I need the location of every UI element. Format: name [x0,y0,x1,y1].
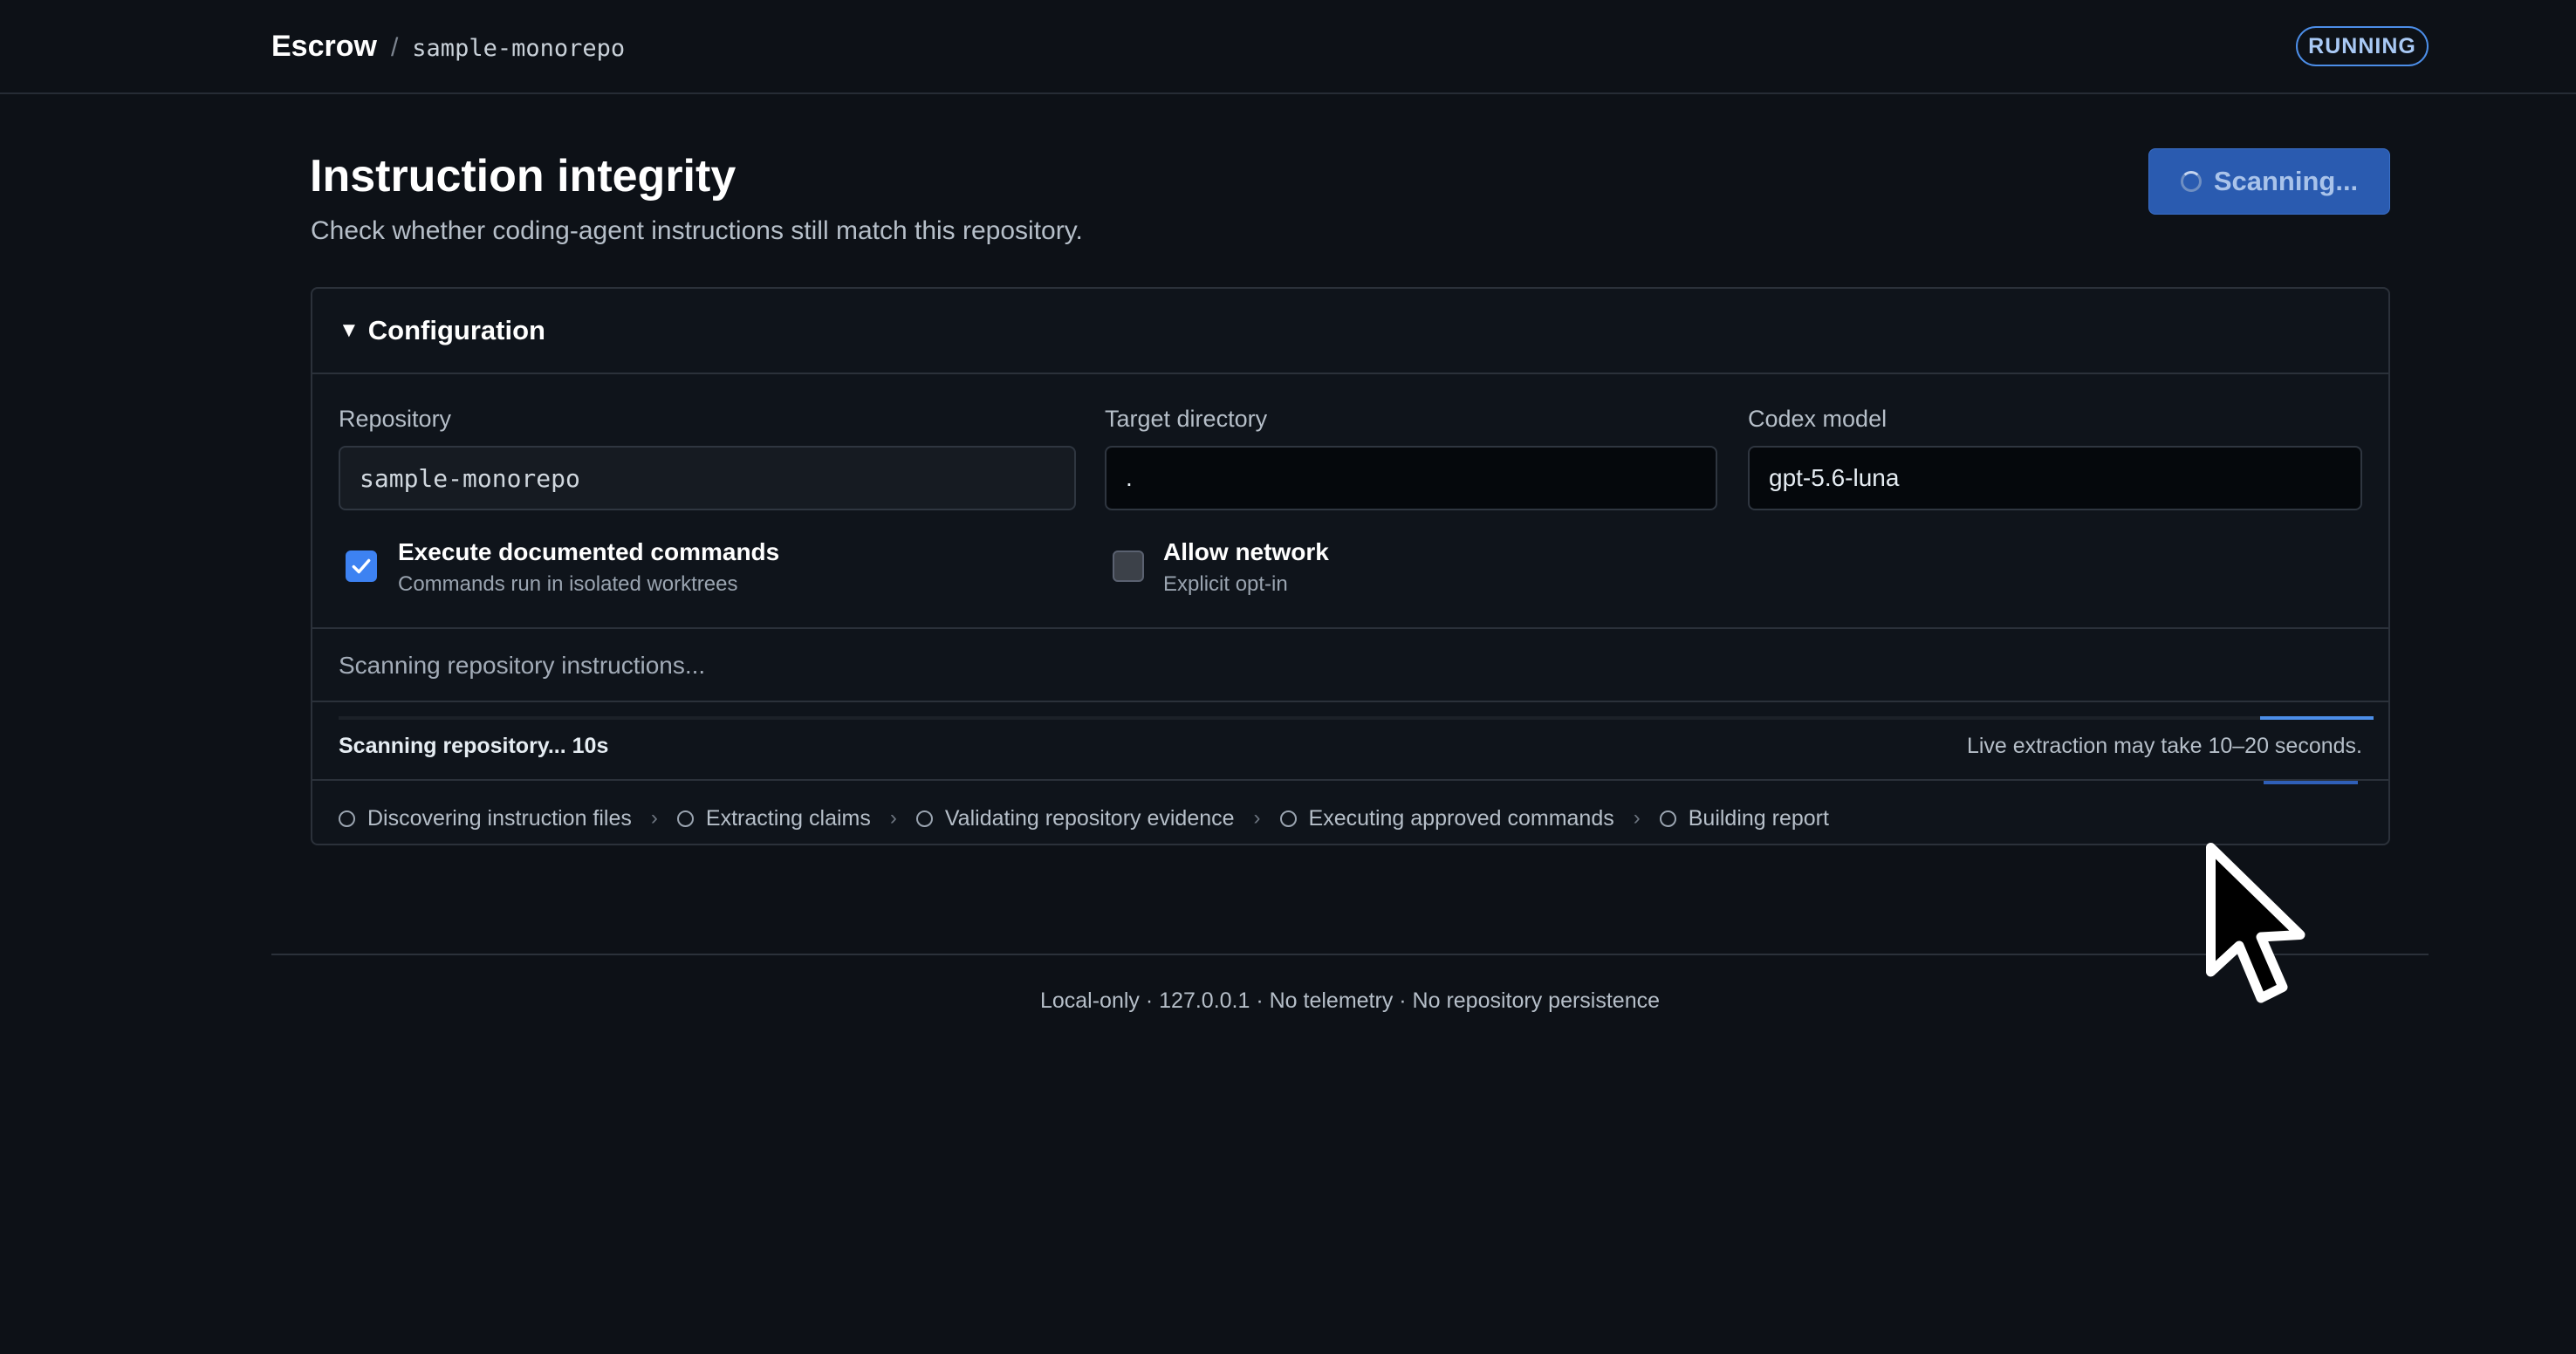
status-badge: RUNNING [2296,26,2429,66]
divider [312,779,2388,781]
allow-network-subtitle: Explicit opt-in [1163,572,1288,596]
repository-label: Repository [339,406,452,432]
chevron-right-icon: › [650,806,658,830]
page-subtitle: Check whether coding-agent instructions … [311,216,1083,245]
configuration-title: Configuration [367,315,545,345]
codex-model-label: Codex model [1748,406,1887,432]
circle-icon [676,810,694,827]
step-label: Building report [1688,805,1829,831]
target-directory-input[interactable]: . [1105,446,1717,510]
step-label: Discovering instruction files [367,805,632,831]
app-name[interactable]: Escrow [271,30,377,64]
chevron-right-icon: › [1633,806,1641,830]
eta-note: Live extraction may take 10–20 seconds. [1966,734,2362,758]
step-discovering: Discovering instruction files [339,806,632,831]
divider [312,701,2388,702]
configuration-panel: ▼ Configuration Repository sample-monore… [311,287,2390,845]
elapsed-status: Scanning repository... 10s [339,734,609,758]
page-title: Instruction integrity [310,151,736,202]
progress-bar [339,716,2374,720]
divider [312,627,2388,629]
breadcrumb: Escrow / sample-monorepo [271,30,625,64]
breadcrumb-repo[interactable]: sample-monorepo [412,35,625,62]
step-building-report: Building report [1659,805,1829,831]
mouse-pointer-icon [2206,843,2305,1003]
configuration-toggle[interactable]: ▼ Configuration [312,289,2388,374]
step-extracting: Extracting claims [676,805,871,831]
execute-commands-title: Execute documented commands [398,538,780,565]
circle-icon [1659,810,1676,827]
step-label: Executing approved commands [1308,805,1614,831]
step-label: Validating repository evidence [944,805,1235,831]
breadcrumb-separator: / [390,33,399,62]
execute-commands-checkbox[interactable] [346,550,377,582]
target-directory-label: Target directory [1105,406,1268,432]
chevron-right-icon: › [889,806,897,830]
circle-icon [915,810,933,827]
step-validating: Validating repository evidence [915,805,1235,831]
chevron-right-icon: › [1253,806,1261,830]
checkmark-icon [352,558,371,574]
spinner-icon [2180,171,2202,192]
footer-divider [271,954,2429,955]
caret-down-icon: ▼ [339,318,360,342]
circle-icon [1279,810,1297,827]
scan-button[interactable]: Scanning... [2148,148,2390,215]
progress-accent [2264,781,2358,784]
circle-icon [339,810,355,827]
repository-input[interactable]: sample-monorepo [339,446,1076,510]
scan-status-message: Scanning repository instructions... [339,652,706,679]
codex-model-input[interactable]: gpt-5.6-luna [1748,446,2362,510]
execute-commands-subtitle: Commands run in isolated worktrees [398,572,738,596]
allow-network-checkbox[interactable] [1113,550,1144,582]
progress-indicator [2260,716,2374,720]
allow-network-title: Allow network [1163,538,1329,565]
top-bar: Escrow / sample-monorepo RUNNING [0,0,2576,94]
step-executing: Executing approved commands [1279,805,1614,831]
pipeline-steps: Discovering instruction files › Extracti… [339,801,1829,836]
scan-button-label: Scanning... [2213,166,2359,196]
footer-text: Local-only · 127.0.0.1 · No telemetry · … [1039,988,1661,1013]
step-label: Extracting claims [705,805,871,831]
